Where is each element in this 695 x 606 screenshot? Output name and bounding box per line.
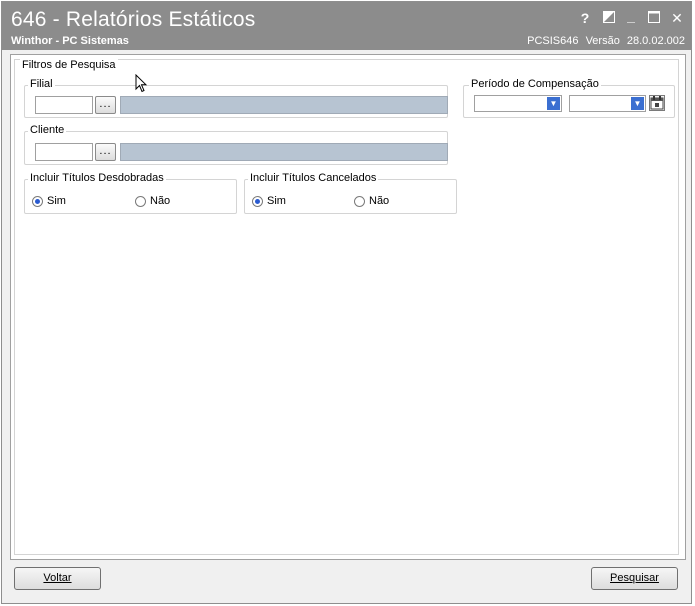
cliente-code-input[interactable] — [35, 143, 93, 161]
filial-group: Filial ... — [24, 78, 448, 118]
title-bar[interactable]: 646 - Relatórios Estáticos Winthor - PC … — [2, 2, 691, 50]
chevron-down-icon[interactable]: ▼ — [631, 97, 644, 110]
app-window: 646 - Relatórios Estáticos Winthor - PC … — [1, 1, 692, 604]
periodo-group: Período de Compensação ▼ ▼ — [463, 78, 675, 118]
filial-description-field — [120, 96, 448, 114]
radio-unselected-icon[interactable] — [135, 195, 146, 207]
maximize-icon[interactable] — [646, 10, 662, 26]
chevron-down-icon[interactable]: ▼ — [547, 97, 560, 110]
program-code: PCSIS646 — [527, 35, 579, 47]
cliente-label: Cliente — [28, 124, 67, 136]
mouse-pointer-icon — [135, 73, 148, 96]
desdobradas-nao-label: Não — [150, 195, 171, 207]
voltar-button[interactable]: Voltar — [14, 567, 101, 590]
minimize-icon[interactable]: _ — [623, 8, 639, 24]
desdobradas-sim-label: Sim — [47, 195, 66, 207]
filial-label: Filial — [28, 78, 55, 90]
cliente-description-field — [120, 143, 448, 161]
cancelados-label: Incluir Títulos Cancelados — [248, 172, 379, 184]
window-subtitle: Winthor - PC Sistemas — [11, 35, 129, 47]
cancelados-group: Incluir Títulos Cancelados Sim Não — [244, 172, 457, 214]
content-panel: Filtros de Pesquisa Filial ... Cliente .… — [10, 54, 686, 560]
cliente-search-button[interactable]: ... — [95, 143, 116, 161]
cancelados-sim-option[interactable]: Sim — [252, 195, 286, 207]
voltar-label: Voltar — [43, 572, 72, 584]
version-label: Versão — [585, 35, 620, 47]
cliente-group: Cliente ... — [24, 124, 448, 165]
window-title: 646 - Relatórios Estáticos — [11, 8, 256, 31]
cancelados-nao-label: Não — [369, 195, 390, 207]
calendar-icon[interactable] — [649, 95, 665, 111]
filters-group: Filtros de Pesquisa Filial ... Cliente .… — [14, 59, 679, 555]
filial-search-button[interactable]: ... — [95, 96, 116, 114]
periodo-label: Período de Compensação — [469, 78, 601, 90]
pesquisar-button[interactable]: Pesquisar — [591, 567, 678, 590]
help-icon[interactable]: ? — [577, 10, 593, 26]
periodo-start-date[interactable]: ▼ — [474, 95, 562, 112]
version-number: 28.0.02.002 — [626, 35, 685, 47]
cancelados-nao-option[interactable]: Não — [354, 195, 389, 207]
periodo-end-date[interactable]: ▼ — [569, 95, 646, 112]
desdobradas-nao-option[interactable]: Não — [135, 195, 170, 207]
radio-unselected-icon[interactable] — [354, 195, 365, 207]
desdobradas-sim-option[interactable]: Sim — [32, 195, 66, 207]
radio-selected-icon[interactable] — [252, 195, 263, 207]
desdobradas-label: Incluir Títulos Desdobradas — [28, 172, 166, 184]
restore-layout-icon[interactable] — [601, 10, 617, 26]
filial-code-input[interactable] — [35, 96, 93, 114]
version-info: PCSIS646 Versão 28.0.02.002 — [523, 35, 685, 47]
cancelados-sim-label: Sim — [267, 195, 286, 207]
pesquisar-label: Pesquisar — [610, 572, 659, 584]
radio-selected-icon[interactable] — [32, 195, 43, 207]
close-icon[interactable]: ✕ — [669, 10, 685, 26]
desdobradas-group: Incluir Títulos Desdobradas Sim Não — [24, 172, 237, 214]
filters-group-label: Filtros de Pesquisa — [20, 59, 118, 71]
